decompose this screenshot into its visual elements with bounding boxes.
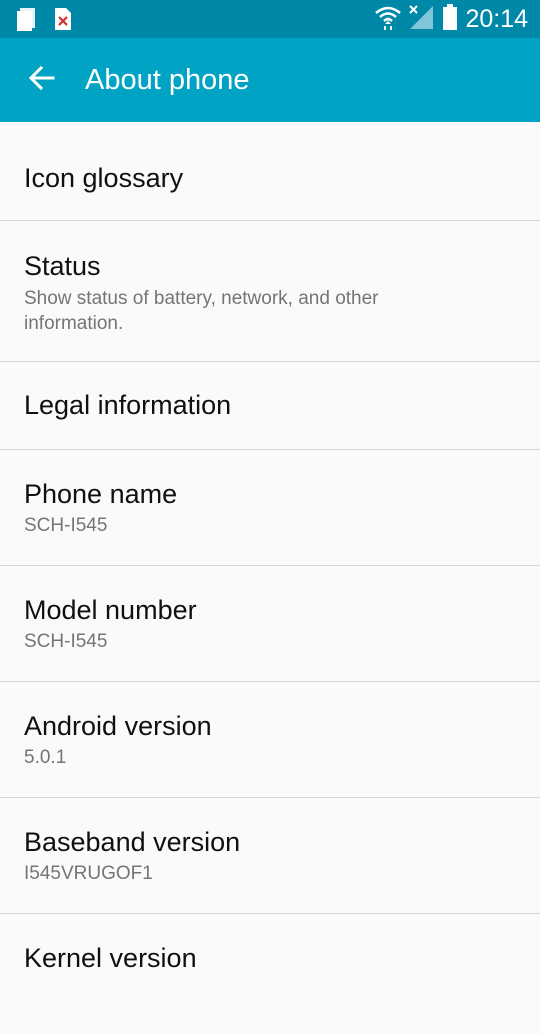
item-title: Status [24,251,101,281]
list-item-legal-information[interactable]: Legal information [0,362,540,450]
list-item-model-number[interactable]: Model number SCH-I545 [0,566,540,682]
list-item-phone-name[interactable]: Phone name SCH-I545 [0,450,540,566]
wifi-icon [374,4,402,35]
item-title: Legal information [24,390,232,420]
item-subtitle: 5.0.1 [24,747,67,768]
notification-card-icon [16,7,38,36]
item-subtitle: SCH-I545 [24,515,108,536]
item-title: Model number [24,595,197,625]
no-signal-icon [408,4,434,35]
status-bar: 20:14 [0,0,540,38]
list-item-android-version[interactable]: Android version 5.0.1 [0,682,540,798]
page-title: About phone [85,64,250,96]
app-bar: About phone [0,38,540,122]
item-subtitle: SCH-I545 [24,631,108,652]
item-subtitle: Show status of battery, network, and oth… [24,288,379,334]
settings-list: Icon glossary Status Show status of batt… [0,122,540,1034]
status-time: 20:14 [465,4,528,33]
item-title: Phone name [24,479,178,509]
list-item-status[interactable]: Status Show status of battery, network, … [0,221,540,362]
battery-icon [443,3,458,35]
item-title: Baseband version [24,827,241,857]
item-title: Android version [24,711,212,741]
back-button[interactable] [20,58,64,102]
list-item-baseband-version[interactable]: Baseband version I545VRUGOF1 [0,798,540,914]
list-item-icon-glossary[interactable]: Icon glossary [0,122,540,221]
list-item-kernel-version[interactable]: Kernel version [0,914,540,1034]
notification-error-icon [54,7,72,36]
arrow-left-icon [28,65,55,95]
item-subtitle: I545VRUGOF1 [24,863,153,884]
item-title: Kernel version [24,943,197,973]
item-title: Icon glossary [24,163,184,193]
